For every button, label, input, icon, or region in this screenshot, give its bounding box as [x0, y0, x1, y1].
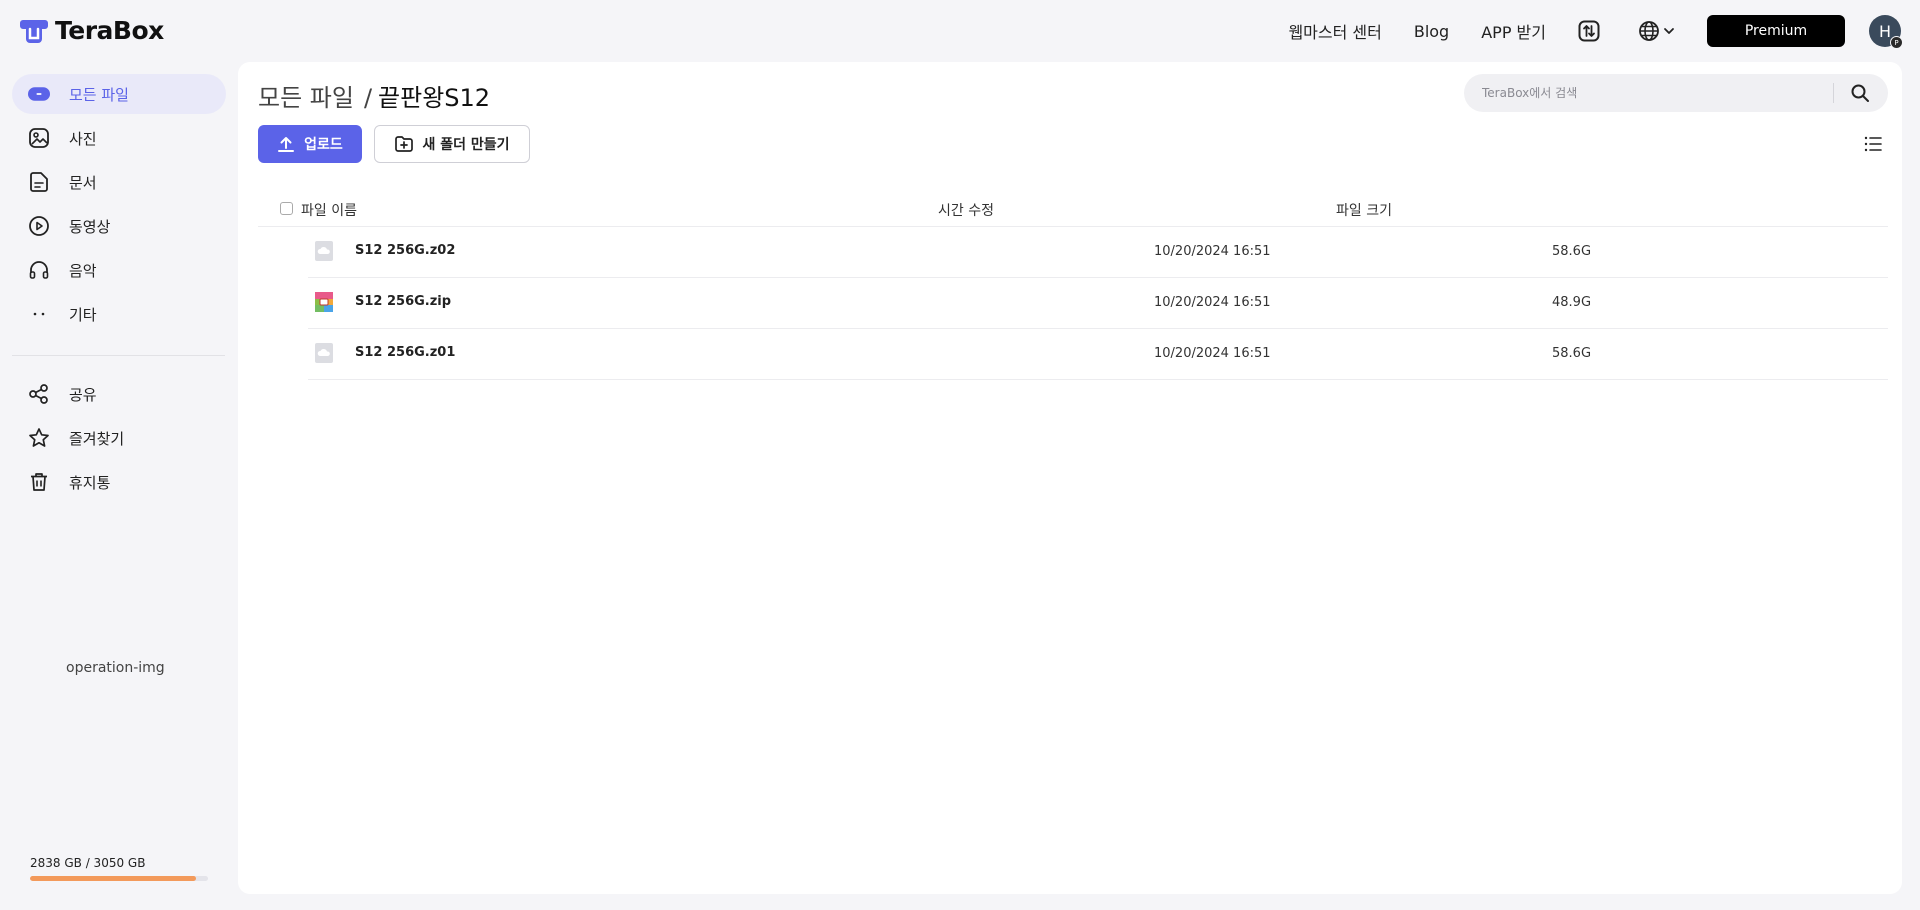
app-name: TeraBox — [55, 16, 164, 45]
terabox-logo[interactable]: TeraBox — [19, 16, 164, 45]
all-files-icon — [28, 83, 50, 105]
video-icon — [28, 215, 50, 237]
file-name[interactable]: S12 256G.zip — [355, 294, 451, 309]
sidebar-item-label: 문서 — [69, 173, 97, 192]
language-selector[interactable] — [1638, 20, 1675, 42]
table-row[interactable]: S12 256G.zip 10/20/2024 16:51 48.9G — [308, 278, 1888, 329]
sidebar-item-label: 음악 — [69, 261, 97, 280]
file-time: 10/20/2024 16:51 — [1154, 295, 1271, 310]
search-icon[interactable] — [1850, 83, 1870, 103]
premium-badge: P — [1890, 36, 1903, 49]
file-name[interactable]: S12 256G.z02 — [355, 243, 455, 258]
column-header-name[interactable]: 파일 이름 — [301, 200, 357, 220]
main-panel: 모든 파일 / 끝판왕S12 업로드 새 폴더 만들기 파일 이름 시간 수정 … — [238, 62, 1902, 894]
new-folder-label: 새 폴더 만들기 — [422, 137, 510, 153]
sidebar-item-share[interactable]: 공유 — [12, 374, 226, 414]
upload-label: 업로드 — [304, 137, 343, 153]
sidebar-item-label: 사진 — [69, 129, 97, 148]
unknown-file-icon — [315, 343, 333, 363]
trash-icon — [28, 471, 50, 493]
storage-bar — [30, 876, 208, 881]
share-icon — [28, 383, 50, 405]
breadcrumb-separator: / — [363, 84, 373, 112]
top-nav: 웹마스터 센터 Blog APP 받기 Premium H P — [1288, 0, 1920, 62]
sidebar-item-label: 공유 — [69, 385, 97, 404]
storage-bar-fill — [30, 876, 196, 881]
webmaster-center-link[interactable]: 웹마스터 센터 — [1288, 19, 1381, 43]
sidebar-item-label: 기타 — [69, 305, 97, 324]
terabox-logo-icon — [20, 19, 48, 43]
sidebar-item-documents[interactable]: 문서 — [12, 162, 226, 202]
top-bar: TeraBox 웹마스터 센터 Blog APP 받기 Premium H P — [0, 0, 1920, 62]
sidebar: 모든 파일 사진 문서 동영상 음악 기타 공유 즐겨찾기 휴지통 operat… — [0, 62, 238, 910]
breadcrumb: 모든 파일 / 끝판왕S12 — [258, 78, 490, 113]
sidebar-item-favorites[interactable]: 즐겨찾기 — [12, 418, 226, 458]
blog-link[interactable]: Blog — [1414, 22, 1449, 41]
sidebar-item-photos[interactable]: 사진 — [12, 118, 226, 158]
new-folder-icon — [395, 136, 414, 152]
sidebar-item-other[interactable]: 기타 — [12, 294, 226, 334]
sidebar-item-label: 휴지통 — [69, 473, 111, 492]
sidebar-item-videos[interactable]: 동영상 — [12, 206, 226, 246]
column-header-time[interactable]: 시간 수정 — [938, 200, 994, 220]
sidebar-item-label: 동영상 — [69, 217, 111, 236]
sidebar-item-trash[interactable]: 휴지통 — [12, 462, 226, 502]
get-app-link[interactable]: APP 받기 — [1481, 19, 1546, 43]
transfer-list-icon[interactable] — [1578, 20, 1600, 42]
breadcrumb-root[interactable]: 모든 파일 — [258, 78, 354, 113]
zip-file-icon — [315, 292, 333, 312]
star-icon — [28, 427, 50, 449]
table-row[interactable]: S12 256G.z01 10/20/2024 16:51 58.6G — [308, 329, 1888, 380]
sidebar-item-label: 모든 파일 — [69, 85, 129, 104]
sidebar-item-label: 즐겨찾기 — [69, 429, 125, 448]
globe-icon — [1639, 21, 1659, 41]
file-time: 10/20/2024 16:51 — [1154, 346, 1271, 361]
music-icon — [28, 259, 50, 281]
file-table-header: 파일 이름 시간 수정 파일 크기 — [258, 189, 1888, 227]
breadcrumb-current: 끝판왕S12 — [378, 84, 491, 112]
list-view-icon[interactable] — [1863, 134, 1883, 154]
sidebar-divider — [12, 355, 225, 356]
table-row[interactable]: S12 256G.z02 10/20/2024 16:51 58.6G — [308, 227, 1888, 278]
photo-icon — [28, 127, 50, 149]
chevron-down-icon — [1664, 28, 1674, 34]
file-size: 58.6G — [1552, 346, 1592, 361]
upload-button[interactable]: 업로드 — [258, 125, 362, 163]
avatar[interactable]: H P — [1869, 15, 1903, 49]
sidebar-item-all-files[interactable]: 모든 파일 — [12, 74, 226, 114]
column-header-size[interactable]: 파일 크기 — [1336, 200, 1392, 220]
select-all-checkbox[interactable] — [280, 202, 293, 215]
storage-usage: 2838 GB / 3050 GB — [30, 856, 208, 881]
file-size: 58.6G — [1552, 244, 1592, 259]
new-folder-button[interactable]: 새 폴더 만들기 — [374, 125, 530, 163]
file-time: 10/20/2024 16:51 — [1154, 244, 1271, 259]
search-divider — [1833, 83, 1834, 103]
premium-button[interactable]: Premium — [1707, 15, 1845, 47]
file-size: 48.9G — [1552, 295, 1592, 310]
unknown-file-icon — [315, 241, 333, 261]
upload-icon — [278, 137, 295, 152]
search-box — [1464, 74, 1888, 112]
storage-text: 2838 GB / 3050 GB — [30, 856, 146, 870]
sidebar-item-music[interactable]: 음악 — [12, 250, 226, 290]
file-name[interactable]: S12 256G.z01 — [355, 345, 455, 360]
document-icon — [28, 171, 50, 193]
more-icon — [28, 303, 50, 325]
search-input[interactable] — [1482, 74, 1842, 112]
operation-image[interactable]: operation-img — [66, 660, 165, 676]
avatar-initial: H — [1878, 21, 1892, 41]
